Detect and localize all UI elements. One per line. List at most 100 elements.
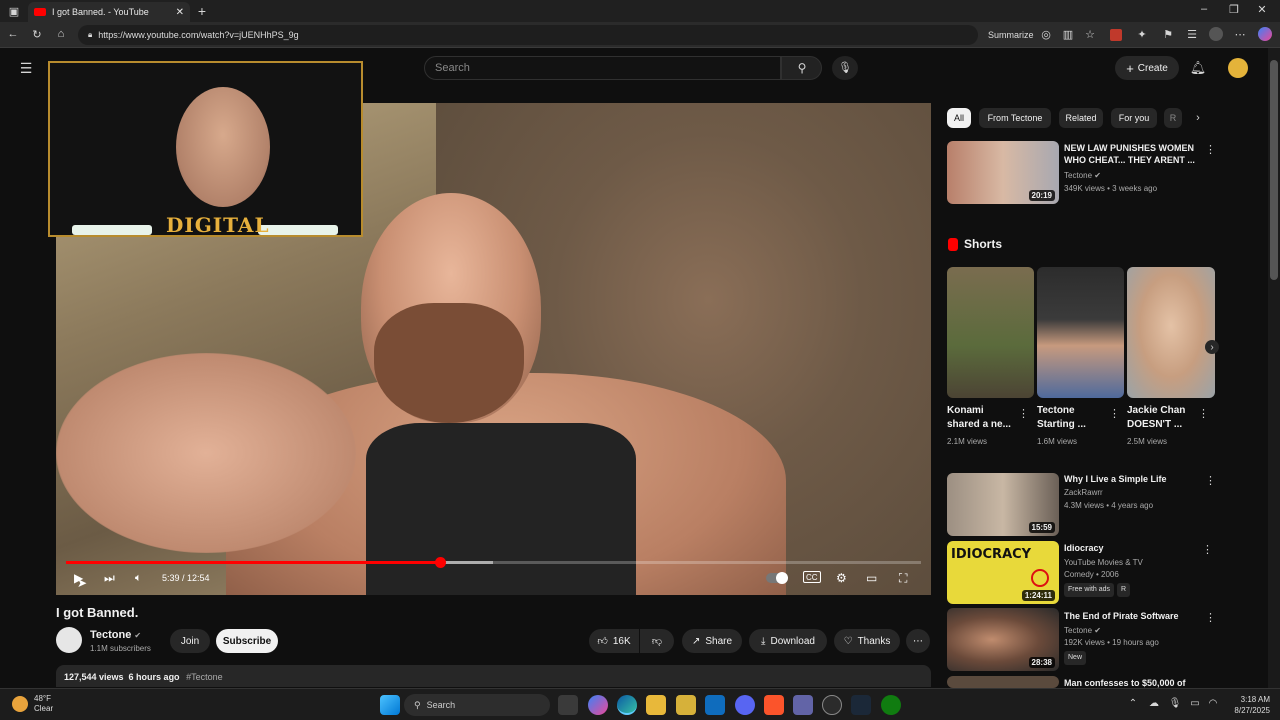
profile-icon[interactable] xyxy=(1209,27,1223,41)
more-vert-icon[interactable]: ⋮ xyxy=(1205,143,1216,156)
taskbar-search[interactable]: ⚲ Search xyxy=(404,694,550,716)
chip-from-tectone[interactable]: From Tectone xyxy=(979,108,1051,128)
chevron-right-icon[interactable]: › xyxy=(1193,112,1203,124)
chatgpt-icon[interactable] xyxy=(822,695,842,715)
favorites-icon[interactable]: ⚑ xyxy=(1162,28,1174,41)
settings-gear-icon[interactable]: ⚙ xyxy=(836,571,847,585)
chip-related[interactable]: Related xyxy=(1059,108,1103,128)
progress-bar[interactable] xyxy=(66,557,921,568)
steam-icon[interactable] xyxy=(851,695,871,715)
video-thumbnail[interactable]: IDIOCRACY 1:24:11 xyxy=(947,541,1059,604)
maximize-icon[interactable]: ❐ xyxy=(1228,3,1240,16)
video-title-link[interactable]: Idiocracy xyxy=(1064,542,1204,554)
more-vert-icon[interactable]: ⋮ xyxy=(1109,407,1120,420)
page-scrollbar[interactable] xyxy=(1268,48,1280,688)
voice-search-button[interactable]: 🎙︎ xyxy=(832,56,858,80)
edge-browser-icon[interactable] xyxy=(617,695,637,715)
channel-avatar[interactable] xyxy=(56,627,82,653)
theater-mode-icon[interactable]: ▭ xyxy=(866,571,877,585)
display-icon[interactable]: ▭ xyxy=(1190,698,1200,709)
video-title-link[interactable]: The End of Pirate Software xyxy=(1064,610,1204,622)
hamburger-menu-icon[interactable]: ☰ xyxy=(18,60,34,77)
more-vert-icon[interactable]: ⋮ xyxy=(1205,474,1216,487)
video-channel[interactable]: Tectone ✔ xyxy=(1064,625,1101,637)
wifi-icon[interactable]: ◠ xyxy=(1208,698,1218,709)
video-title-link[interactable]: Man confesses to $50,000 of xyxy=(1064,677,1224,688)
refresh-icon[interactable]: ↻ xyxy=(30,28,44,41)
copilot-app-icon[interactable] xyxy=(588,695,608,715)
tray-chevron-icon[interactable]: ⌃ xyxy=(1128,698,1138,709)
notifications-bell-icon[interactable]: 🔔︎ xyxy=(1190,60,1207,76)
more-vert-icon[interactable]: ⋮ xyxy=(1198,407,1209,420)
video-channel[interactable]: YouTube Movies & TV xyxy=(1064,557,1143,569)
split-icon[interactable]: ▥ xyxy=(1062,28,1074,41)
video-thumbnail[interactable]: 28:38 xyxy=(947,608,1059,671)
collections-icon[interactable]: ☰ xyxy=(1186,28,1198,41)
short-title[interactable]: Jackie Chan DOESN'T ... xyxy=(1127,404,1185,432)
chip-more[interactable]: R xyxy=(1164,108,1182,128)
search-input[interactable]: Search xyxy=(424,56,781,80)
shorts-next-chevron-icon[interactable]: › xyxy=(1205,340,1219,354)
dislike-button[interactable]: 👎︎ xyxy=(640,629,674,653)
chip-all[interactable]: All xyxy=(947,108,971,128)
new-tab-icon[interactable]: + xyxy=(196,3,208,19)
weather-widget[interactable]: 48°F Clear xyxy=(34,694,53,714)
xbox-icon[interactable] xyxy=(881,695,901,715)
fullscreen-icon[interactable]: ⛶ xyxy=(899,571,907,585)
short-title[interactable]: Konami shared a ne... xyxy=(947,404,1011,432)
more-vert-icon[interactable]: ⋮ xyxy=(1202,543,1213,556)
subscribe-button[interactable]: Subscribe xyxy=(216,629,278,653)
video-thumbnail[interactable]: 15:59 xyxy=(947,473,1059,536)
browser-window-icon[interactable]: ▣ xyxy=(8,5,20,18)
channel-name[interactable]: Tectone ✔ xyxy=(90,629,141,641)
avatar[interactable] xyxy=(1228,58,1248,78)
more-menu-icon[interactable]: ⋯ xyxy=(1234,28,1246,41)
hashtag-link[interactable]: #Tectone xyxy=(186,672,223,682)
summarize-button[interactable]: Summarize xyxy=(988,30,1034,40)
outlook-icon[interactable] xyxy=(705,695,725,715)
store-icon[interactable] xyxy=(676,695,696,715)
captions-icon[interactable]: CC xyxy=(803,571,821,583)
more-actions-button[interactable]: ⋯ xyxy=(906,629,930,653)
weather-icon[interactable] xyxy=(12,696,28,712)
video-channel[interactable]: ZackRawrr xyxy=(1064,487,1103,499)
mic-tray-icon[interactable]: 🎙︎ xyxy=(1169,698,1182,709)
chip-for-you[interactable]: For you xyxy=(1111,108,1157,128)
video-channel[interactable]: Tectone ✔ xyxy=(1064,170,1101,182)
video-title-link[interactable]: NEW LAW PUNISHES WOMEN WHO CHEAT... THEY… xyxy=(1064,142,1204,166)
short-title[interactable]: Tectone Starting ... xyxy=(1037,404,1086,432)
file-explorer-icon[interactable] xyxy=(646,695,666,715)
volume-icon[interactable]: 🔈︎ xyxy=(135,571,142,585)
create-button[interactable]: + Create xyxy=(1115,56,1179,80)
description-box[interactable]: 127,544 views 6 hours ago #Tectone xyxy=(56,665,931,687)
next-icon[interactable]: ⏭︎ xyxy=(104,571,115,585)
address-bar[interactable]: 🔒︎ https://www.youtube.com/watch?v=jUENH… xyxy=(78,25,978,45)
thanks-button[interactable]: ♡ Thanks xyxy=(834,629,900,653)
brave-icon[interactable] xyxy=(764,695,784,715)
more-vert-icon[interactable]: ⋮ xyxy=(1205,611,1216,624)
taskbar-clock[interactable]: 3:18 AM 8/27/2025 xyxy=(1222,694,1270,716)
scrubber-handle[interactable] xyxy=(434,557,446,568)
share-button[interactable]: ↗ Share xyxy=(682,629,742,653)
copilot-icon[interactable] xyxy=(1258,27,1272,41)
close-window-icon[interactable]: ✕ xyxy=(1256,3,1268,16)
home-icon[interactable]: ⌂ xyxy=(54,28,68,40)
video-thumbnail[interactable]: 20:19 xyxy=(947,141,1059,204)
join-button[interactable]: Join xyxy=(170,629,210,653)
favorite-star-icon[interactable]: ☆ xyxy=(1084,28,1096,41)
extensions-puzzle-icon[interactable]: ✦ xyxy=(1136,28,1148,41)
video-thumbnail[interactable] xyxy=(947,676,1059,688)
browser-tab[interactable]: I got Banned. - YouTube ✕ xyxy=(28,2,190,22)
short-thumbnail[interactable] xyxy=(1037,267,1124,398)
back-icon[interactable]: ← xyxy=(6,28,20,40)
like-button[interactable]: 👍︎ 16K xyxy=(589,629,639,653)
teams-icon[interactable] xyxy=(793,695,813,715)
reader-icon[interactable]: ◎ xyxy=(1040,28,1052,41)
onedrive-icon[interactable]: ☁ xyxy=(1148,698,1160,709)
close-tab-icon[interactable]: ✕ xyxy=(176,7,184,18)
extension-icon[interactable] xyxy=(1110,29,1122,41)
minimize-icon[interactable]: – xyxy=(1198,3,1210,15)
more-vert-icon[interactable]: ⋮ xyxy=(1018,407,1029,420)
download-button[interactable]: ⤓ Download xyxy=(749,629,827,653)
video-title-link[interactable]: Why I Live a Simple Life xyxy=(1064,473,1204,485)
